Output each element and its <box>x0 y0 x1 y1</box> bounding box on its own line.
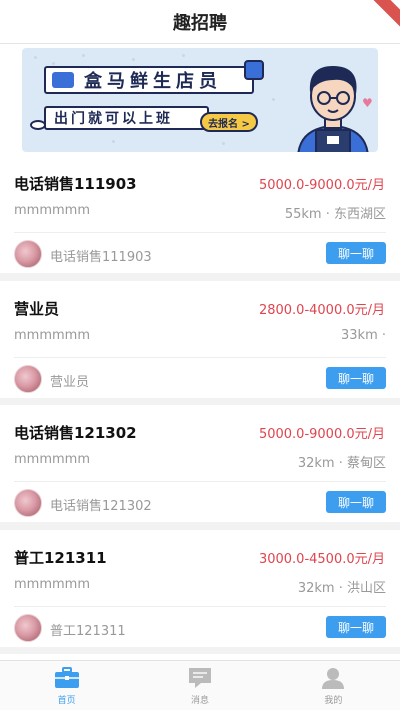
chat-button[interactable]: 聊一聊 <box>326 616 386 638</box>
company-name: 营业员 <box>50 375 90 390</box>
job-location: 33km · <box>341 328 386 343</box>
tab-messages[interactable]: 消息 <box>133 661 266 710</box>
company-name: 电话销售111903 <box>50 250 152 265</box>
tab-home[interactable]: 首页 <box>0 661 133 710</box>
job-description: mmmmmm <box>14 577 90 592</box>
job-card[interactable]: 电话销售111903 5000.0-9000.0元/月 mmmmmm 55km … <box>0 156 400 273</box>
worker-illustration-icon <box>297 66 369 152</box>
banner-subtitle-box: 出门就可以上班 <box>44 106 209 130</box>
banner-subtitle: 出门就可以上班 <box>54 111 173 127</box>
tab-label: 我的 <box>324 696 343 706</box>
user-icon <box>322 668 345 689</box>
message-icon <box>188 668 211 688</box>
card-divider <box>14 606 386 607</box>
job-title: 电话销售121302 <box>14 424 137 442</box>
briefcase-icon <box>54 667 79 688</box>
company-name: 电话销售121302 <box>50 499 152 514</box>
chat-button[interactable]: 聊一聊 <box>326 491 386 513</box>
promo-banner[interactable]: 盒马鲜生店员 出门就可以上班 去报名 > ♥ <box>22 48 378 152</box>
page-title: 趣招聘 <box>173 12 227 34</box>
pointer-icon <box>244 60 264 80</box>
job-salary: 2800.0-4000.0元/月 <box>258 303 385 318</box>
debug-ribbon <box>364 0 400 34</box>
banner-title: 盒马鲜生店员 <box>84 71 222 92</box>
banner-signup-button[interactable]: 去报名 > <box>200 112 258 132</box>
app-header: 趣招聘 <box>0 0 400 44</box>
card-divider <box>14 232 386 233</box>
job-title: 营业员 <box>14 300 60 318</box>
job-description: mmmmmm <box>14 328 90 343</box>
banner-title-box: 盒马鲜生店员 <box>44 66 254 94</box>
job-card[interactable]: 普工121311 3000.0-4500.0元/月 mmmmmm 32km · … <box>0 530 400 647</box>
card-divider <box>14 357 386 358</box>
chat-button[interactable]: 聊一聊 <box>326 242 386 264</box>
job-card[interactable]: 电话销售121302 5000.0-9000.0元/月 mmmmmm 32km … <box>0 405 400 522</box>
job-location: 32km · 洪山区 <box>297 581 386 596</box>
card-divider <box>14 481 386 482</box>
tab-label: 首页 <box>57 696 76 706</box>
chat-button[interactable]: 聊一聊 <box>326 367 386 389</box>
job-description: mmmmmm <box>14 203 90 218</box>
job-description: mmmmmm <box>14 452 90 467</box>
avatar <box>14 489 42 517</box>
tab-profile[interactable]: 我的 <box>267 661 400 710</box>
avatar <box>14 365 42 393</box>
avatar <box>14 614 42 642</box>
job-salary: 3000.0-4500.0元/月 <box>258 552 385 567</box>
hippo-logo-icon <box>52 72 74 88</box>
job-card[interactable]: 营业员 2800.0-4000.0元/月 mmmmmm 33km · 营业员 聊… <box>0 281 400 398</box>
job-title: 普工121311 <box>14 549 107 567</box>
banner-container: 盒马鲜生店员 出门就可以上班 去报名 > ♥ <box>0 44 400 156</box>
job-location: 55km · 东西湖区 <box>284 207 386 222</box>
bottom-tab-bar: 首页 消息 我的 <box>0 660 400 710</box>
avatar <box>14 240 42 268</box>
job-salary: 5000.0-9000.0元/月 <box>258 427 385 442</box>
job-title: 电话销售111903 <box>14 175 137 193</box>
company-name: 普工121311 <box>50 624 126 639</box>
tab-label: 消息 <box>190 696 209 706</box>
job-location: 32km · 蔡甸区 <box>297 456 386 471</box>
job-salary: 5000.0-9000.0元/月 <box>258 178 385 193</box>
